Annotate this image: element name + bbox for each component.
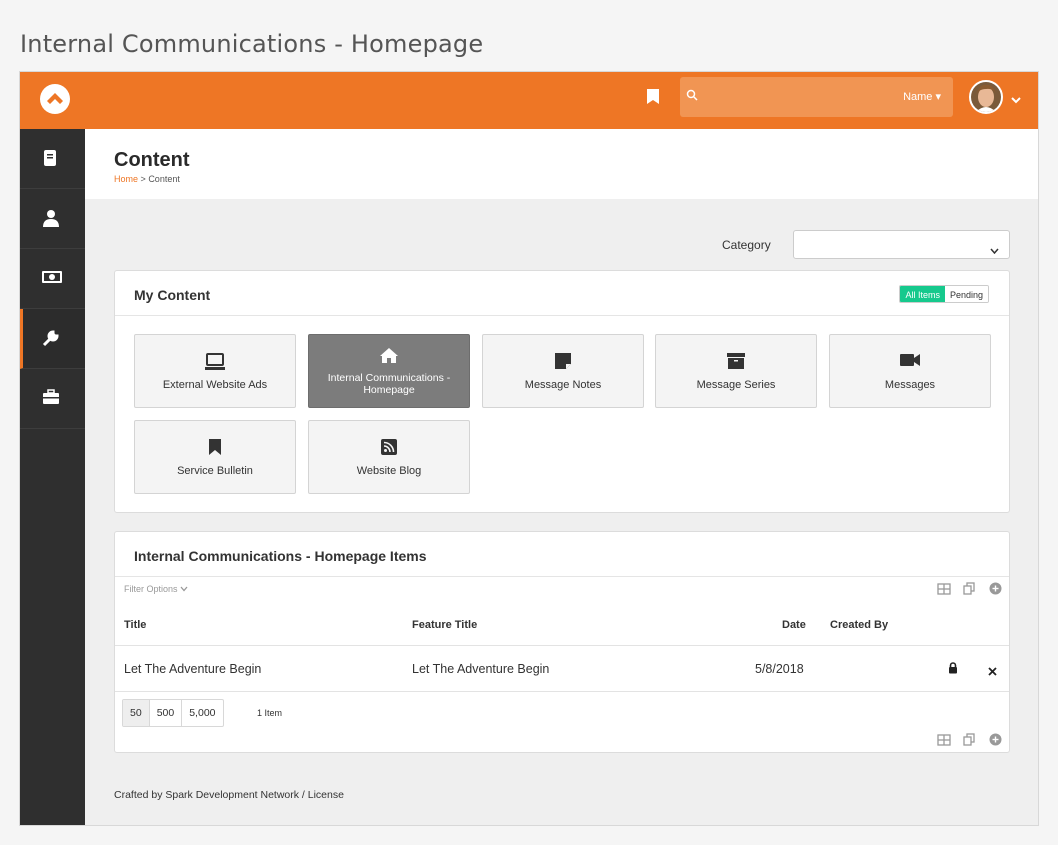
search-icon <box>686 88 698 106</box>
search-filter-dropdown[interactable]: Name ▾ <box>903 90 941 103</box>
cell-title: Let The Adventure Begin <box>124 662 262 676</box>
panel-title: Internal Communications - Homepage Items <box>134 548 427 564</box>
page-size-5000[interactable]: 5,000 <box>182 700 222 726</box>
toggle-pending[interactable]: Pending <box>944 286 988 302</box>
briefcase-icon <box>43 389 59 404</box>
content-tile-external-website-ads[interactable]: External Website Ads <box>134 334 296 408</box>
excel-export-icon[interactable] <box>937 582 957 596</box>
header-divider <box>115 645 1009 646</box>
avatar[interactable] <box>969 80 1003 114</box>
rss-icon <box>309 438 469 460</box>
page-title: Content <box>114 149 190 171</box>
page-header: Content Home > Content <box>85 129 1038 199</box>
chevron-down-icon <box>180 586 188 592</box>
sidebar <box>20 129 85 825</box>
home-icon <box>309 347 469 369</box>
column-header-date[interactable]: Date <box>782 619 806 631</box>
sidebar-item-admin[interactable] <box>20 369 85 429</box>
lock-icon[interactable] <box>948 661 958 679</box>
page-size-selector: 50 500 5,000 <box>122 699 224 727</box>
column-header-created-by[interactable]: Created By <box>830 619 888 631</box>
wrench-icon <box>42 330 59 347</box>
items-panel: Internal Communications - Homepage Items… <box>114 531 1010 753</box>
cell-date: 5/8/2018 <box>755 662 804 676</box>
status-toggle: All Items Pending <box>899 285 989 303</box>
book-icon <box>44 150 56 166</box>
content-tile-service-bulletin[interactable]: Service Bulletin <box>134 420 296 494</box>
sidebar-item-finance[interactable] <box>20 249 85 309</box>
item-count: 1 Item <box>257 708 283 718</box>
content-tile-website-blog[interactable]: Website Blog <box>308 420 470 494</box>
add-circle-icon[interactable] <box>989 582 1009 596</box>
chevron-down-icon[interactable] <box>1011 91 1021 109</box>
money-icon <box>42 271 62 283</box>
person-icon <box>43 210 59 227</box>
copy-icon[interactable] <box>963 733 983 747</box>
search-input[interactable] <box>706 85 886 109</box>
breadcrumb-home-link[interactable]: Home <box>114 174 138 184</box>
content-tile-message-series[interactable]: Message Series <box>655 334 817 408</box>
cell-feature-title: Let The Adventure Begin <box>412 662 550 676</box>
archive-icon <box>656 352 816 374</box>
content-tile-internal-communications[interactable]: Internal Communications - Homepage <box>308 334 470 408</box>
laptop-icon <box>135 352 295 374</box>
add-circle-icon[interactable] <box>989 733 1009 747</box>
toggle-all-items[interactable]: All Items <box>900 286 945 302</box>
excel-export-icon[interactable] <box>937 733 957 747</box>
panel-header: My Content All Items Pending <box>115 271 1009 316</box>
grid-actions-top <box>931 582 1009 596</box>
my-content-panel: My Content All Items Pending External We… <box>114 270 1010 513</box>
category-label: Category <box>722 238 771 252</box>
footer-credits: Crafted by Spark Development Network / L… <box>114 789 344 801</box>
sidebar-item-people[interactable] <box>20 189 85 249</box>
sidebar-item-book[interactable] <box>20 129 85 189</box>
column-header-feature-title[interactable]: Feature Title <box>412 619 477 631</box>
content-tile-messages[interactable]: Messages <box>829 334 991 408</box>
sticky-note-icon <box>483 352 643 374</box>
page-size-500[interactable]: 500 <box>150 700 183 726</box>
content-tile-message-notes[interactable]: Message Notes <box>482 334 644 408</box>
panel-title: My Content <box>134 287 211 303</box>
video-camera-icon <box>830 352 990 374</box>
category-select[interactable] <box>793 230 1010 259</box>
delete-icon[interactable] <box>988 663 997 681</box>
breadcrumb-separator: > <box>140 174 146 184</box>
chevron-down-icon <box>990 241 999 259</box>
sidebar-item-tools[interactable] <box>20 309 85 369</box>
breadcrumb: Home > Content <box>114 174 180 184</box>
search-box[interactable]: Name ▾ <box>680 77 953 117</box>
copy-icon[interactable] <box>963 582 983 596</box>
rock-logo-icon[interactable] <box>40 84 70 114</box>
bookmark-icon <box>135 438 295 460</box>
page-caption: Internal Communications - Homepage <box>20 30 484 58</box>
bookmark-icon[interactable] <box>647 89 659 109</box>
filter-row: Filter Options <box>115 577 1009 601</box>
breadcrumb-current: Content <box>148 174 180 184</box>
column-header-title[interactable]: Title <box>124 619 146 631</box>
panel-header: Internal Communications - Homepage Items <box>115 532 1009 577</box>
row-divider <box>115 691 1009 692</box>
app-window: Name ▾ Content Home > Content Category M… <box>19 71 1039 826</box>
page-size-50[interactable]: 50 <box>123 700 150 726</box>
filter-options-toggle[interactable]: Filter Options <box>124 584 188 594</box>
grid-actions-bottom <box>931 733 1009 747</box>
top-bar: Name ▾ <box>20 72 1038 129</box>
